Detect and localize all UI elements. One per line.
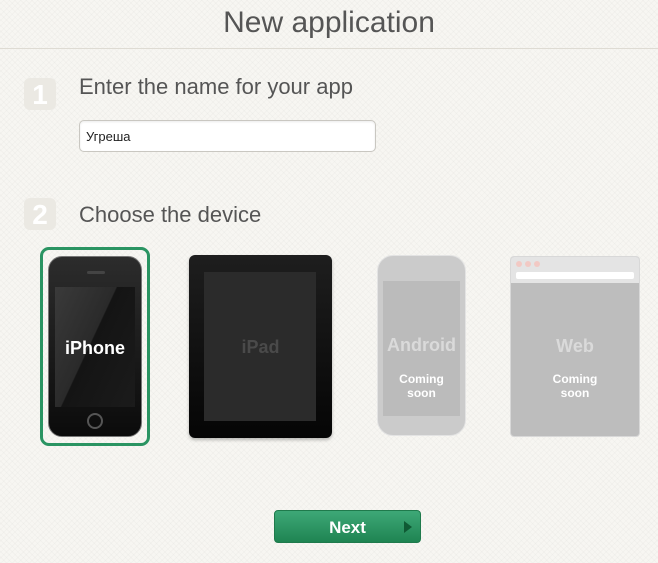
step-2-label: Choose the device — [79, 202, 262, 227]
device-option-iphone[interactable]: iPhone — [40, 247, 150, 446]
android-status-line2: soon — [407, 386, 436, 400]
arrow-right-icon — [404, 521, 412, 533]
browser-toolbar — [511, 257, 639, 283]
browser-address-bar — [516, 272, 634, 279]
device-label-web: Web — [556, 336, 594, 356]
device-label-android: Android — [387, 335, 456, 355]
step-1-number: 1 — [24, 78, 56, 110]
next-button[interactable]: Next — [274, 510, 421, 543]
android-status-line1: Coming — [399, 372, 444, 386]
page-header: New application — [0, 0, 658, 49]
device-option-android[interactable]: Android Coming soon — [377, 255, 466, 436]
window-dot — [534, 261, 540, 267]
step-2-number: 2 — [24, 198, 56, 230]
web-status-line2: soon — [560, 386, 590, 400]
device-label-iphone: iPhone — [64, 338, 125, 358]
web-status-line1: Coming — [552, 372, 598, 386]
device-option-ipad[interactable]: iPad — [189, 255, 332, 438]
next-button-label: Next — [329, 518, 366, 537]
iphone-home-button — [87, 413, 103, 429]
page-title: New application — [223, 6, 435, 39]
app-name-input[interactable] — [79, 120, 376, 152]
window-dot — [516, 261, 522, 267]
device-label-ipad: iPad — [241, 337, 280, 357]
step-1-label: Enter the name for your app — [79, 74, 353, 99]
iphone-speaker — [87, 271, 105, 274]
device-option-web[interactable]: Web Coming soon — [510, 256, 640, 437]
window-dot — [525, 261, 531, 267]
